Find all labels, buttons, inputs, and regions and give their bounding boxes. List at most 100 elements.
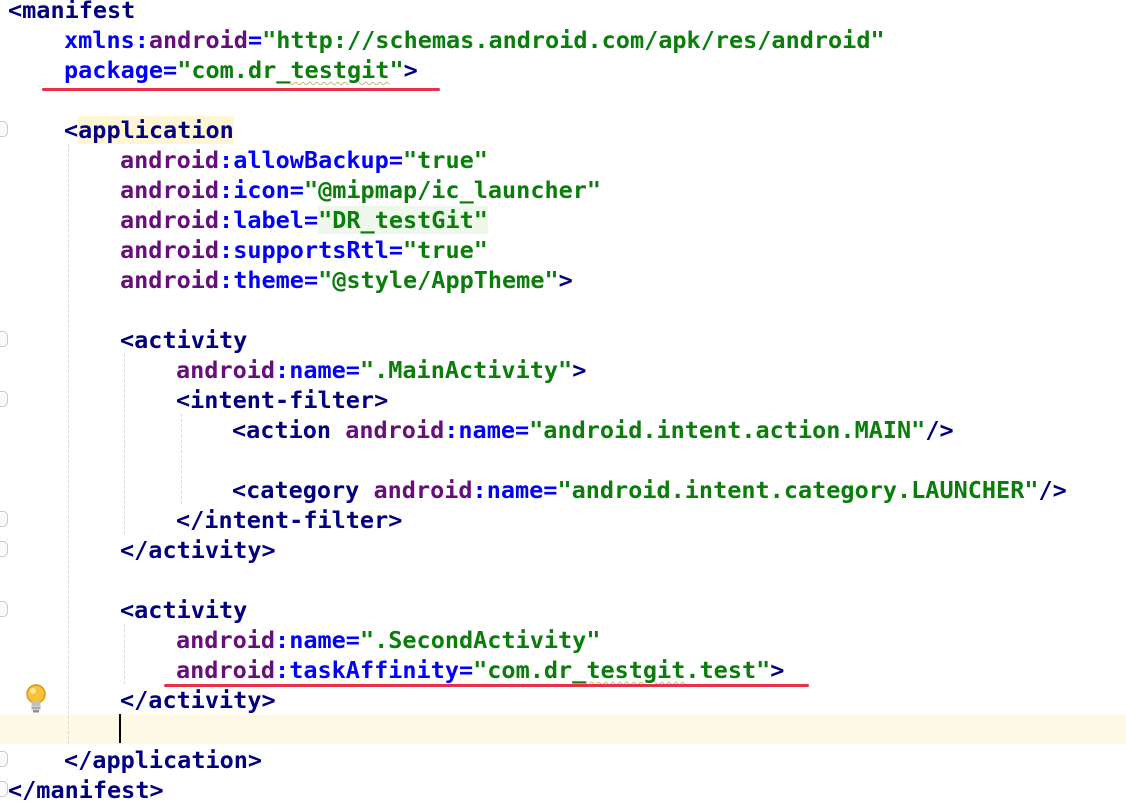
- fold-marker-icon[interactable]: [0, 121, 8, 137]
- fold-marker-icon[interactable]: [0, 541, 8, 557]
- attr-value: "com.dr_: [473, 656, 587, 684]
- attr-eq: =: [345, 356, 360, 384]
- activity-close-tag: </activity>: [120, 536, 276, 564]
- attr-prefix: android: [120, 236, 220, 264]
- attr-prefix: android: [120, 146, 220, 174]
- attr-value: "true": [403, 146, 488, 174]
- attr-colon: :: [219, 206, 234, 234]
- attr-colon: :: [219, 236, 234, 264]
- indent-guide: [68, 144, 70, 744]
- attr-value-typo: testgit: [586, 656, 686, 684]
- code-line-second-activity-name: android:name=".SecondActivity": [176, 625, 600, 655]
- code-line-xmlns: xmlns:android="http://schemas.android.co…: [64, 25, 885, 55]
- attr-value: ".SecondActivity": [359, 626, 601, 654]
- attr-value: "@mipmap/ic_launcher": [303, 176, 602, 204]
- activity-open-tag: <activity: [120, 596, 248, 624]
- code-line-icon: android:icon="@mipmap/ic_launcher": [120, 175, 601, 205]
- attr-eq: =: [458, 656, 474, 684]
- attr-name: taskAffinity: [289, 656, 459, 684]
- manifest-open-tag: <manifest: [8, 0, 136, 24]
- activity-close-tag: </activity>: [120, 686, 276, 714]
- attr-name: allowBackup: [233, 146, 389, 174]
- code-line-activity-open: <activity: [120, 595, 247, 625]
- fold-marker-icon[interactable]: [0, 511, 8, 527]
- current-line-highlight: [0, 714, 1126, 744]
- intent-filter-close-tag: </intent-filter>: [176, 506, 403, 534]
- attr-value-end: .test": [685, 656, 771, 684]
- attr-prefix: android: [345, 416, 445, 444]
- fold-marker-icon[interactable]: [0, 601, 8, 617]
- attr-eq: =: [303, 266, 319, 294]
- code-line-package: package="com.dr_testgit">: [64, 55, 418, 85]
- attr-prefix: android: [176, 356, 276, 384]
- attr-prefix: android: [120, 266, 220, 294]
- manifest-close-tag: </manifest>: [8, 776, 164, 804]
- attr-value: ".MainActivity": [359, 356, 573, 384]
- attr-value: "android.intent.category.LAUNCHER": [557, 476, 1039, 504]
- code-line-intent-filter-open: <intent-filter>: [176, 385, 388, 415]
- code-line-application-close: </application>: [64, 745, 262, 775]
- package-value-quote-close: ": [389, 56, 404, 84]
- package-value-quote-open: ": [177, 56, 192, 84]
- text-caret: [119, 714, 121, 743]
- attr-name: icon: [233, 176, 290, 204]
- attr-prefix: android: [373, 476, 473, 504]
- fold-marker-icon[interactable]: [0, 331, 8, 347]
- code-line-application-open: <application: [64, 115, 234, 145]
- attr-value: "@style/AppTheme": [318, 266, 559, 294]
- package-attr: package: [64, 56, 164, 84]
- code-line-action: <action android:name="android.intent.act…: [232, 415, 954, 445]
- tag-close: >: [572, 356, 587, 384]
- action-tag: <action: [232, 416, 332, 444]
- activity-open-tag: <activity: [120, 326, 248, 354]
- xmlns-name: android: [148, 26, 248, 54]
- tag-close: />: [925, 416, 954, 444]
- code-line-manifest-close: </manifest>: [8, 775, 164, 805]
- fold-marker-icon[interactable]: [0, 781, 8, 797]
- package-eq: =: [163, 56, 178, 84]
- code-line-activity-open: <activity: [120, 325, 247, 355]
- attr-name: name: [458, 416, 515, 444]
- fold-marker-icon[interactable]: [0, 751, 8, 767]
- application-tag: application: [78, 116, 234, 144]
- attr-prefix: android: [120, 176, 220, 204]
- code-line-label: android:label="DR_testGit": [120, 205, 488, 235]
- attr-colon: :: [275, 656, 290, 684]
- attr-value: "DR_testGit": [318, 206, 488, 234]
- code-editor[interactable]: <manifest xmlns:android="http://schemas.…: [0, 0, 1126, 808]
- attr-eq: =: [303, 206, 319, 234]
- lightbulb-icon[interactable]: [25, 683, 47, 715]
- tag-close: >: [770, 656, 785, 684]
- attr-name: label: [233, 206, 304, 234]
- attr-name: name: [289, 626, 346, 654]
- code-line-supports-rtl: android:supportsRtl="true": [120, 235, 488, 265]
- code-line-intent-filter-close: </intent-filter>: [176, 505, 402, 535]
- code-line-task-affinity: android:taskAffinity="com.dr_testgit.tes…: [176, 655, 784, 685]
- code-line-allow-backup: android:allowBackup="true": [120, 145, 488, 175]
- attr-eq: =: [289, 176, 304, 204]
- package-value-typo: testgit: [290, 56, 390, 84]
- attr-value: "android.intent.action.MAIN": [529, 416, 926, 444]
- package-close: >: [403, 56, 418, 84]
- attr-name: name: [289, 356, 346, 384]
- attr-eq: =: [388, 236, 403, 264]
- attr-eq: =: [543, 476, 558, 504]
- package-value: com.dr_: [191, 56, 291, 84]
- code-line-main-activity-name: android:name=".MainActivity">: [176, 355, 586, 385]
- code-line-manifest-open: <manifest: [8, 0, 135, 25]
- xmlns-prefix: xmlns:: [64, 26, 149, 54]
- attr-colon: :: [275, 626, 290, 654]
- attr-prefix: android: [120, 206, 220, 234]
- attr-name: name: [486, 476, 544, 504]
- code-line-activity-close: </activity>: [120, 685, 276, 715]
- indent-guide: [181, 414, 183, 504]
- category-tag: <category: [232, 476, 360, 504]
- attr-prefix: android: [176, 626, 276, 654]
- indent-guide: [124, 354, 126, 534]
- tag-close: />: [1038, 476, 1067, 504]
- attr-value: "true": [403, 236, 488, 264]
- attr-colon: :: [219, 146, 234, 174]
- attr-colon: :: [444, 416, 459, 444]
- code-line-activity-close: </activity>: [120, 535, 276, 565]
- fold-marker-icon[interactable]: [0, 391, 8, 407]
